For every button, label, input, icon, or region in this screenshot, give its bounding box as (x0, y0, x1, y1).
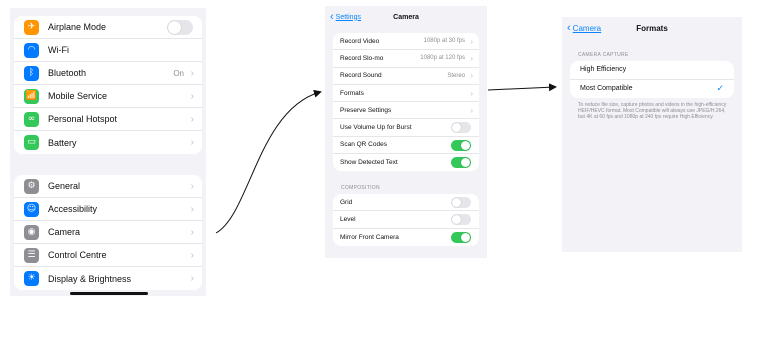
flow-arrows (215, 83, 557, 234)
arrow-camera-to-formats (487, 83, 557, 92)
arrow-settings-to-camera (215, 89, 322, 234)
